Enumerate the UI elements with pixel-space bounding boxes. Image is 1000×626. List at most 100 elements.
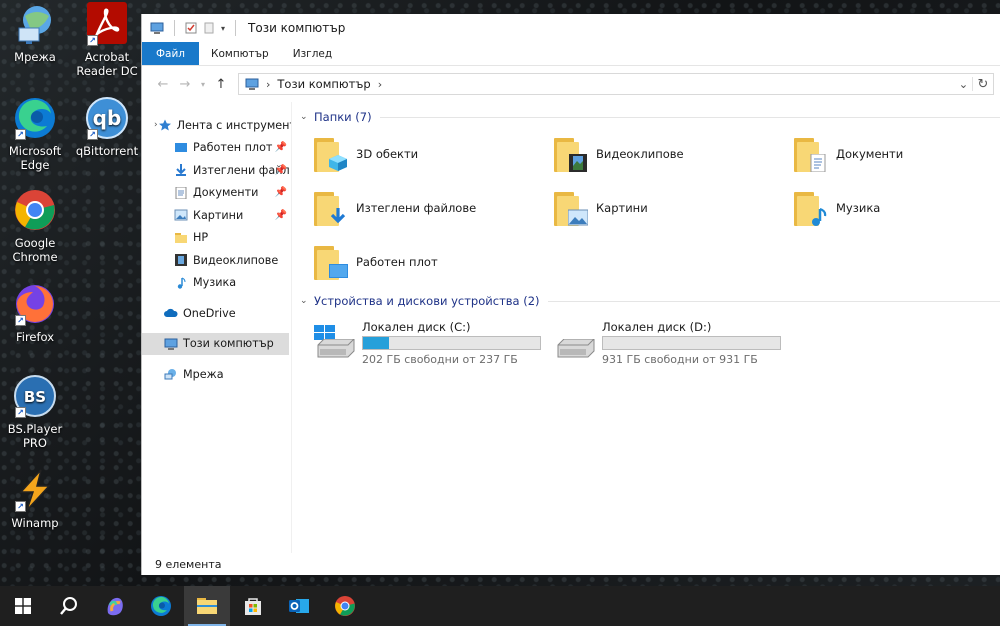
chrome-icon	[335, 596, 355, 616]
drive-name: Локален диск (C:)	[362, 320, 471, 334]
picture-folder-icon	[554, 188, 588, 228]
forward-arrow-icon[interactable]: →	[174, 77, 196, 92]
folder-tile[interactable]: Картини	[554, 181, 794, 235]
breadcrumb-separator-icon[interactable]: ›	[378, 78, 382, 91]
tab-view[interactable]: Изглед	[281, 42, 344, 65]
folder-tile[interactable]: Работен плот	[314, 235, 554, 289]
collapse-chevron-icon[interactable]: ⌄	[300, 112, 314, 122]
taskbar-file-explorer-button[interactable]	[184, 586, 230, 626]
address-dropdown-chevron-icon[interactable]: ⌄	[955, 77, 973, 91]
group-header-label: Устройства и дискови устройства (2)	[314, 294, 540, 308]
group-header-label: Папки (7)	[314, 110, 372, 124]
content-pane: ⌄ Папки (7) 3D обекти Видеоклипове Докумен…	[292, 102, 1000, 553]
desktop-icon-label: Acrobat Reader DC	[76, 50, 138, 78]
nav-item-pictures[interactable]: Картини 📌	[142, 204, 291, 227]
folder-tile[interactable]: Видеоклипове	[554, 127, 794, 181]
nav-item-label: OneDrive	[183, 306, 236, 320]
desktop-icon-qbittorrent[interactable]: qb ↗ qBittorrent	[74, 96, 140, 158]
drive-tile[interactable]: Локален диск (D:) 931 ГБ свободни от 931 …	[554, 317, 794, 366]
film-folder-icon	[554, 134, 588, 174]
refresh-icon[interactable]: ↻	[973, 77, 993, 92]
address-bar[interactable]: › Този компютър › ⌄ ↻	[238, 73, 994, 95]
nav-item-onedrive[interactable]: OneDrive	[142, 302, 291, 325]
nav-item-label: Музика	[193, 276, 237, 290]
pin-icon[interactable]: 📌	[275, 210, 287, 221]
drive-usage-fill	[363, 337, 390, 349]
shortcut-arrow-icon: ↗	[15, 315, 26, 326]
pin-icon[interactable]: 📌	[275, 187, 287, 198]
breadcrumb-separator-icon[interactable]: ›	[266, 78, 270, 91]
nav-item-hp[interactable]: HP	[142, 227, 291, 250]
nav-item-videos[interactable]: Видеоклипове	[142, 249, 291, 272]
nav-item-label: Работен плот	[193, 141, 273, 155]
download-icon	[176, 164, 186, 177]
folder-tile[interactable]: 3D обекти	[314, 127, 554, 181]
taskbar-chrome-button[interactable]	[322, 586, 368, 626]
search-icon	[60, 597, 77, 615]
nav-item-label: Този компютър	[183, 337, 274, 351]
nav-item-label: Лента с инструменти	[176, 118, 291, 132]
hard-drive-icon	[314, 325, 356, 361]
properties-icon[interactable]	[185, 22, 197, 34]
star-icon	[158, 119, 171, 131]
edge-icon: ↗	[13, 96, 57, 140]
edge-icon	[151, 596, 171, 616]
explorer-body: › Лента с инструменти Работен плот 📌 Изт…	[142, 102, 1000, 553]
nav-item-downloads[interactable]: Изтеглени файл 📌	[142, 159, 291, 182]
nav-item-label: HP	[193, 231, 209, 245]
customize-toolbar-chevron-icon[interactable]: ▾	[221, 24, 225, 33]
breadcrumb-this-pc[interactable]: Този компютър	[277, 77, 370, 91]
folder-name: Видеоклипове	[596, 147, 684, 161]
network-icon	[13, 2, 57, 46]
desktop-icon-bsplayer[interactable]: BS ↗ BS.Player PRO	[2, 374, 68, 450]
hard-drive-icon	[554, 325, 596, 361]
copilot-button[interactable]	[92, 586, 138, 626]
tab-file[interactable]: Файл	[142, 42, 200, 65]
desktop-icon-acrobat[interactable]: ↗ Acrobat Reader DC	[74, 2, 140, 78]
search-button[interactable]	[46, 586, 92, 626]
outlook-icon	[289, 599, 309, 613]
group-header-devices[interactable]: ⌄ Устройства и дискови устройства (2)	[300, 291, 1000, 311]
recent-locations-chevron-icon[interactable]: ▾	[196, 80, 210, 89]
desktop-icon-firefox[interactable]: ↗ Firefox	[2, 282, 68, 344]
back-arrow-icon[interactable]: ←	[152, 77, 174, 92]
pin-icon[interactable]: 📌	[275, 165, 287, 176]
start-button[interactable]	[0, 586, 46, 626]
bsplayer-icon: BS ↗	[13, 374, 57, 418]
desktop-icon-network[interactable]: Мрежа	[2, 2, 68, 64]
desktop-icon-edge[interactable]: ↗ Microsoft Edge	[2, 96, 68, 172]
desktop-icon-label: BS.Player PRO	[7, 422, 63, 450]
folder-tile[interactable]: Изтеглени файлове	[314, 181, 554, 235]
collapse-chevron-icon[interactable]: ⌄	[300, 296, 314, 306]
nav-item-music[interactable]: Музика	[142, 272, 291, 295]
taskbar-outlook-button[interactable]	[276, 586, 322, 626]
nav-item-this-pc[interactable]: Този компютър	[142, 332, 289, 355]
quick-access-toolbar: ▾	[150, 20, 240, 36]
taskbar-store-button[interactable]	[230, 586, 276, 626]
shortcut-arrow-icon: ↗	[87, 129, 98, 140]
group-header-folders[interactable]: ⌄ Папки (7)	[300, 107, 1000, 127]
tab-computer[interactable]: Компютър	[199, 42, 281, 65]
new-folder-icon[interactable]	[203, 22, 215, 34]
file-explorer-window: ▾ Този компютър Файл Компютър Изглед ← →…	[141, 14, 1000, 575]
folders-grid: 3D обекти Видеоклипове Документи Изтеглени …	[300, 127, 1000, 289]
nav-item-desktop[interactable]: Работен плот 📌	[142, 137, 291, 160]
nav-item-network[interactable]: Мрежа	[142, 363, 291, 386]
nav-item-quick-access[interactable]: › Лента с инструменти	[142, 114, 291, 137]
music-folder-icon	[794, 188, 828, 228]
pin-icon[interactable]: 📌	[275, 142, 287, 153]
firefox-icon: ↗	[13, 282, 57, 326]
taskbar-edge-button[interactable]	[138, 586, 184, 626]
taskbar	[0, 586, 1000, 626]
network-icon	[164, 369, 176, 380]
cloud-icon	[164, 309, 178, 318]
folder-name: Документи	[836, 147, 904, 161]
desktop-icon-chrome[interactable]: Google Chrome	[2, 188, 68, 264]
nav-item-documents[interactable]: Документи 📌	[142, 182, 291, 205]
folder-tile[interactable]: Музика	[794, 181, 1000, 235]
download-folder-icon	[314, 188, 348, 228]
folder-tile[interactable]: Документи	[794, 127, 1000, 181]
up-arrow-icon[interactable]: ↑	[210, 77, 232, 92]
drive-tile[interactable]: Локален диск (C:) 202 ГБ свободни от 237 …	[314, 317, 554, 366]
desktop-icon-winamp[interactable]: ↗ Winamp	[2, 468, 68, 530]
